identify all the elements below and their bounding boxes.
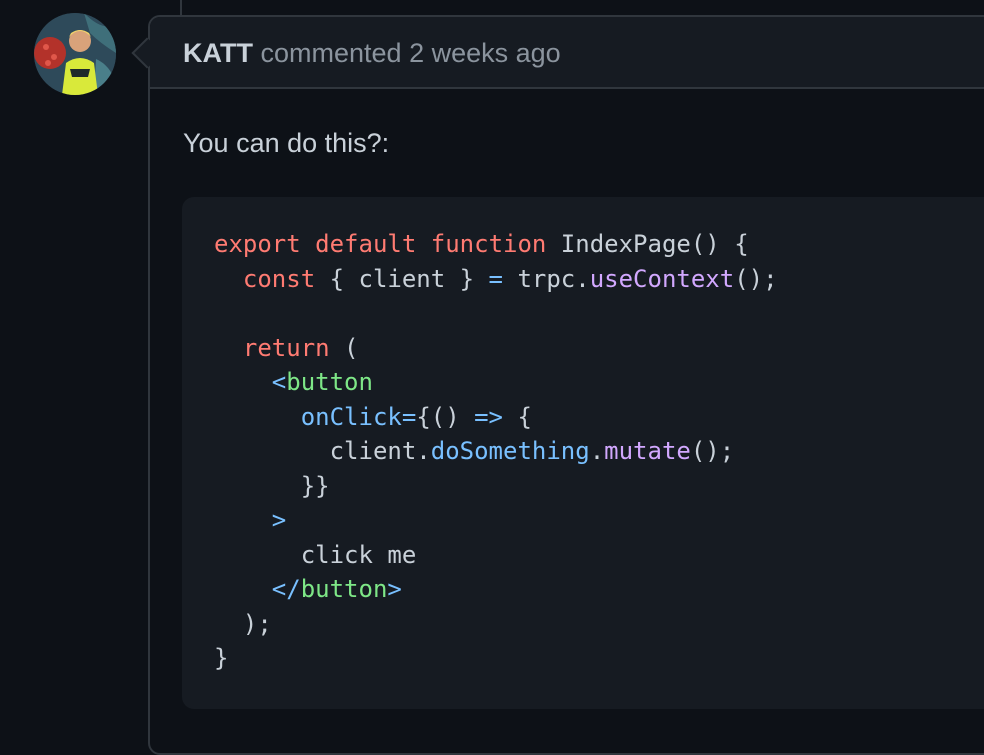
code-block: export default function IndexPage() { co… [182, 197, 984, 709]
comment-header-text: KATT commented 2 weeks ago [183, 36, 561, 70]
author-avatar[interactable] [34, 13, 116, 95]
code-text: (); [734, 264, 778, 293]
keyword: function [430, 230, 547, 258]
function-name: useContext [589, 264, 735, 293]
operator: => [474, 402, 504, 431]
tag-bracket: > [271, 506, 287, 534]
function-name: mutate [604, 437, 691, 465]
code-text: trpc. [503, 264, 590, 293]
code-text: (); [690, 437, 735, 465]
code-line-1: export default function IndexPage() { [214, 230, 749, 258]
code-line-11: </button> [214, 575, 402, 603]
operator: = [401, 402, 417, 431]
tag-bracket: < [271, 368, 287, 396]
comment-action: commented [260, 38, 402, 68]
code-line-4: return ( [214, 334, 359, 362]
keyword: default [315, 230, 417, 258]
code-line-6: onClick={() => { [214, 403, 532, 431]
code-text: . [589, 437, 605, 465]
code-line-13: } [214, 644, 229, 672]
code-line-8: }} [214, 471, 330, 500]
author-link[interactable]: KATT [183, 38, 253, 68]
code-line-5: <button [214, 368, 373, 396]
property-name: doSomething [430, 437, 590, 465]
comment-header: KATT commented 2 weeks ago [150, 17, 984, 89]
jsx-attribute: onClick [300, 402, 402, 431]
code-line-7: client.doSomething.mutate(); [214, 437, 735, 465]
avatar-image [34, 13, 116, 95]
code-line-2: const { client } = trpc.useContext(); [214, 265, 778, 293]
code-text: client. [329, 437, 431, 465]
code-line-9: > [214, 506, 286, 534]
timeline-line [180, 0, 182, 15]
code-line-12: ); [214, 609, 272, 638]
comment-timestamp[interactable]: 2 weeks ago [409, 38, 561, 68]
code-text: IndexPage() { [546, 230, 749, 258]
keyword: return [242, 333, 330, 362]
code-text: {() [416, 402, 475, 431]
operator: = [488, 264, 503, 293]
comment-body-text: You can do this?: [183, 128, 390, 158]
code-content: export default function IndexPage() { co… [214, 227, 778, 676]
code-text: { client } [315, 264, 489, 293]
tag-bracket: </ [271, 575, 301, 603]
code-text: { [503, 402, 532, 431]
keyword: export [214, 230, 301, 258]
code-line-10: click me [214, 540, 417, 569]
keyword: const [242, 264, 316, 293]
jsx-tag: button [286, 368, 373, 396]
jsx-tag: button [300, 575, 388, 603]
code-text: ( [329, 333, 359, 362]
tag-bracket: > [387, 575, 402, 603]
